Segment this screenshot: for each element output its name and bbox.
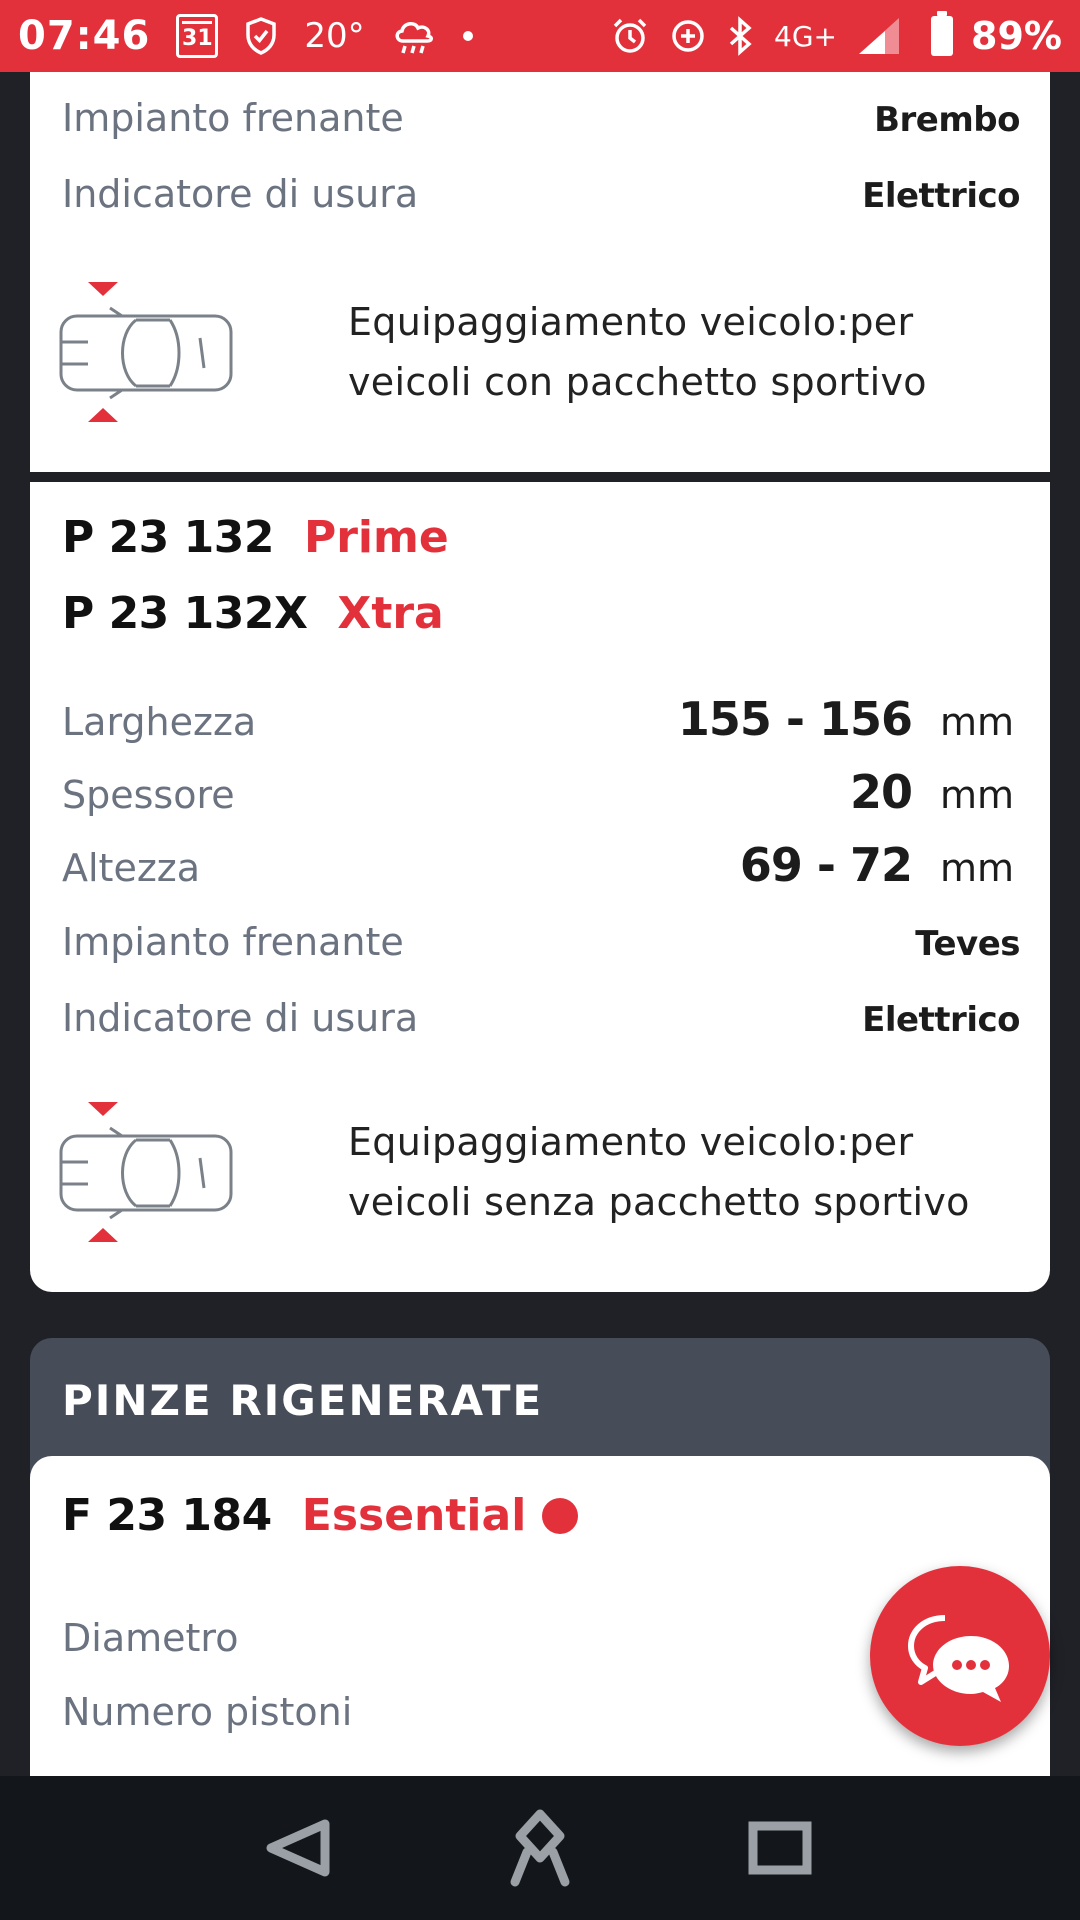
spec-row: Indicatore di usura Elettrico [62,172,1020,216]
product-line: P 23 132X Xtra [62,588,444,639]
equipment-line: veicoli senza pacchetto sportivo [348,1180,970,1224]
status-time: 07:46 [18,13,151,59]
calendar-icon: 31 [176,14,219,58]
alarm-icon [613,18,647,53]
spec-label: Indicatore di usura [62,996,419,1040]
section-title: PINZE RIGENERATE [62,1376,544,1425]
spec-row: Impianto frenante Teves [62,920,1020,964]
status-temperature: 20° [304,16,365,56]
dimension-value: 20 [849,765,913,819]
spec-label: Impianto frenante [62,96,404,140]
spec-value: Elettrico [862,176,1020,216]
product-range: Essential [301,1490,527,1541]
nav-home-button[interactable] [495,1803,585,1893]
spec-label: Indicatore di usura [62,172,419,216]
equipment-info: Equipaggiamento veicolo:per veicoli senz… [58,1102,1030,1242]
car-axle-icon [59,1102,233,1242]
spec-row: Impianto frenante Brembo [62,96,1020,140]
equipment-text: Equipaggiamento veicolo:per veicoli senz… [348,1112,970,1232]
dimension-value: 155 - 156 [677,692,913,746]
dimension-row: Altezza 69 - 72 mm [62,838,1020,892]
spec-value: Brembo [874,100,1020,140]
shield-check-icon [246,17,277,55]
spec-row: Indicatore di usura Elettrico [62,996,1020,1040]
equipment-line: Equipaggiamento veicolo:per [348,300,914,344]
battery-icon [931,11,954,56]
product-card-brembo: Impianto frenante Brembo Indicatore di u… [30,72,1050,472]
product-code: P 23 132X [62,588,308,639]
equipment-text: Equipaggiamento veicolo:per veicoli con … [348,292,927,412]
product-line: F 23 184 Essential [62,1490,579,1541]
product-line: P 23 132 Prime [62,512,449,563]
home-icon [510,1809,570,1887]
bluetooth-icon [729,16,752,56]
chat-icon [908,1615,1009,1702]
nav-back-button[interactable] [255,1803,345,1893]
product-range: Prime [303,512,449,563]
dimension-unit: mm [940,773,1015,817]
chat-button[interactable] [870,1566,1050,1746]
card-divider [30,472,1050,482]
battery-percent: 89% [971,14,1062,58]
recents-icon [748,1821,812,1875]
product-code: F 23 184 [62,1490,272,1541]
spec-label: Impianto frenante [62,920,404,964]
product-range: Xtra [337,588,444,639]
equipment-line: veicoli con pacchetto sportivo [348,360,927,404]
spec-value: Teves [915,924,1020,964]
spec-value: Elettrico [862,1000,1020,1040]
car-axle-icon [59,282,233,422]
status-dot-icon [542,1497,579,1534]
network-type: 4G+ [774,19,838,53]
dimension-label: Larghezza [62,700,257,744]
dimension-value: 69 - 72 [739,838,913,892]
spec-label: Numero pistoni [62,1690,353,1734]
notification-dot-icon [462,31,473,41]
product-card-teves[interactable]: P 23 132 Prime P 23 132X Xtra Larghezza … [30,482,1050,1292]
dimension-unit: mm [940,846,1015,890]
navigation-bar [0,1776,1080,1920]
equipment-info: Equipaggiamento veicolo:per veicoli con … [58,282,1030,422]
dimension-row: Spessore 20 mm [62,765,1020,819]
equipment-line: Equipaggiamento veicolo:per [348,1120,914,1164]
status-bar: 07:46 31 20° 4G+ 89% [0,0,1080,72]
spec-label: Diametro [62,1616,239,1660]
screen: 07:46 31 20° 4G+ 89% Impianto frenante B… [0,0,1080,1920]
spec-row: Numero pistoni [62,1690,1020,1734]
dimension-row: Larghezza 155 - 156 mm [62,692,1020,746]
nav-recents-button[interactable] [735,1803,825,1893]
dimension-label: Spessore [62,773,235,817]
dimension-label: Altezza [62,846,201,890]
dimension-unit: mm [940,700,1015,744]
product-code: P 23 132 [62,512,274,563]
data-saver-icon [672,20,704,52]
signal-icon [859,18,900,54]
rain-cloud-icon [395,22,433,54]
back-icon [266,1819,330,1877]
calendar-day: 31 [182,26,213,51]
